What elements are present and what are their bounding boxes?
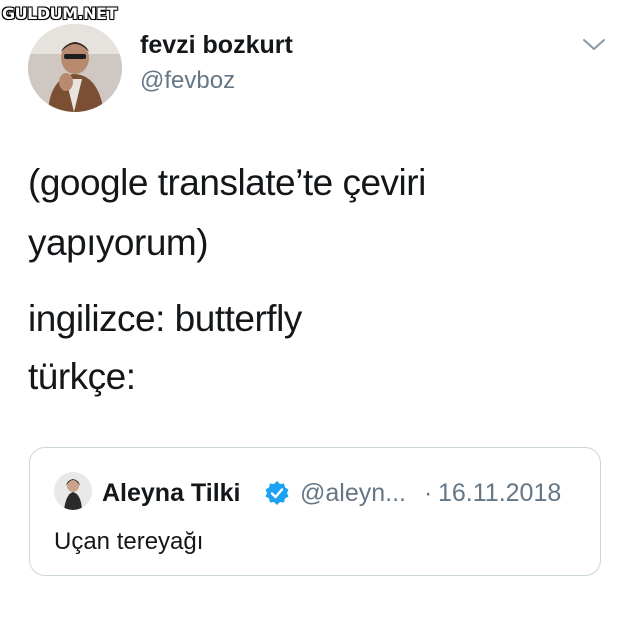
tweet-text-line: türkçe: xyxy=(28,356,136,397)
profile-photo-icon xyxy=(28,24,122,112)
separator-dot: · xyxy=(424,479,433,507)
quoted-tweet-card[interactable]: Aleyna Tilki @aleyn... · 16.11.2018 Uçan… xyxy=(29,447,601,576)
quoted-tweet-date[interactable]: 16.11.2018 xyxy=(438,479,561,508)
author-handle[interactable]: @fevboz xyxy=(140,67,235,95)
author-avatar[interactable] xyxy=(28,24,122,112)
tweet-text-line: (google translate’te çeviri xyxy=(28,162,426,203)
tweet-text-line: yapıyorum) xyxy=(28,222,209,263)
tweet-text-line: ingilizce: butterfly xyxy=(28,298,302,339)
quoted-tweet-text: Uçan tereyağı xyxy=(54,528,204,555)
author-name[interactable]: fevzi bozkurt xyxy=(140,31,293,60)
quoted-author-avatar[interactable] xyxy=(54,472,92,510)
verified-badge-icon xyxy=(263,479,291,507)
tweet-menu-button[interactable] xyxy=(581,36,607,54)
chevron-down-icon xyxy=(583,39,605,50)
quoted-author-handle[interactable]: @aleyn... xyxy=(300,479,406,508)
quoted-author-name[interactable]: Aleyna Tilki xyxy=(102,479,241,508)
site-watermark: GULDUM.NET xyxy=(2,4,117,23)
profile-photo-icon xyxy=(54,472,92,510)
